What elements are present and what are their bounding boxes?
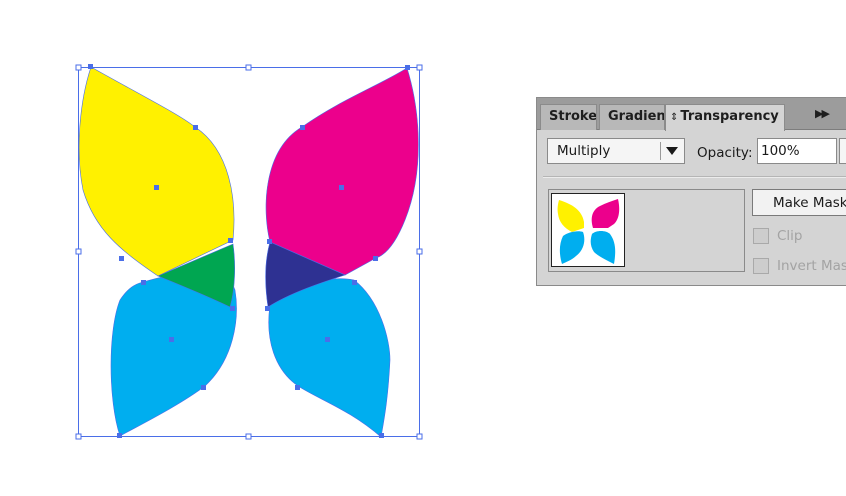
invert-mask-label: Invert Mas: [777, 258, 846, 274]
tab-transparency-label: Transparency: [680, 109, 779, 124]
dropdown-divider: [660, 142, 661, 160]
tab-stroke-label: Stroke: [549, 109, 597, 124]
clip-checkbox[interactable]: [753, 228, 769, 244]
opacity-dropdown-button[interactable]: [839, 138, 846, 164]
yellow-wing[interactable]: [78, 66, 235, 277]
make-mask-button[interactable]: Make Mask: [752, 189, 846, 216]
blend-mode-value: Multiply: [557, 143, 611, 159]
opacity-label: Opacity:: [697, 145, 753, 161]
thumbnail-butterfly-icon: [557, 199, 620, 264]
tab-transparency[interactable]: ⇕ Transparency: [665, 104, 785, 131]
chevron-down-icon: [666, 147, 678, 155]
panel-divider: [543, 176, 846, 178]
double-chevron-right-icon[interactable]: ▶▶: [815, 107, 830, 120]
tab-gradient-label: Gradien: [608, 109, 665, 124]
invert-mask-checkbox[interactable]: [753, 258, 769, 274]
transparency-panel: Stroke Gradien ⇕ Transparency ▶▶ Multiply…: [536, 97, 846, 286]
magenta-wing[interactable]: [265, 67, 419, 276]
artwork-thumbnail[interactable]: [551, 193, 625, 267]
cyan-wing-right[interactable]: [268, 278, 391, 438]
blend-mode-dropdown[interactable]: Multiply: [547, 138, 685, 164]
clip-label: Clip: [777, 228, 803, 244]
opacity-input[interactable]: [757, 138, 837, 164]
tab-gradient[interactable]: Gradien: [599, 104, 665, 130]
panel-tab-bar: Stroke Gradien ⇕ Transparency ▶▶: [537, 98, 846, 131]
updown-arrows-icon: ⇕: [670, 112, 679, 123]
thumbnail-frame: [548, 189, 745, 272]
tab-stroke[interactable]: Stroke: [540, 104, 597, 130]
